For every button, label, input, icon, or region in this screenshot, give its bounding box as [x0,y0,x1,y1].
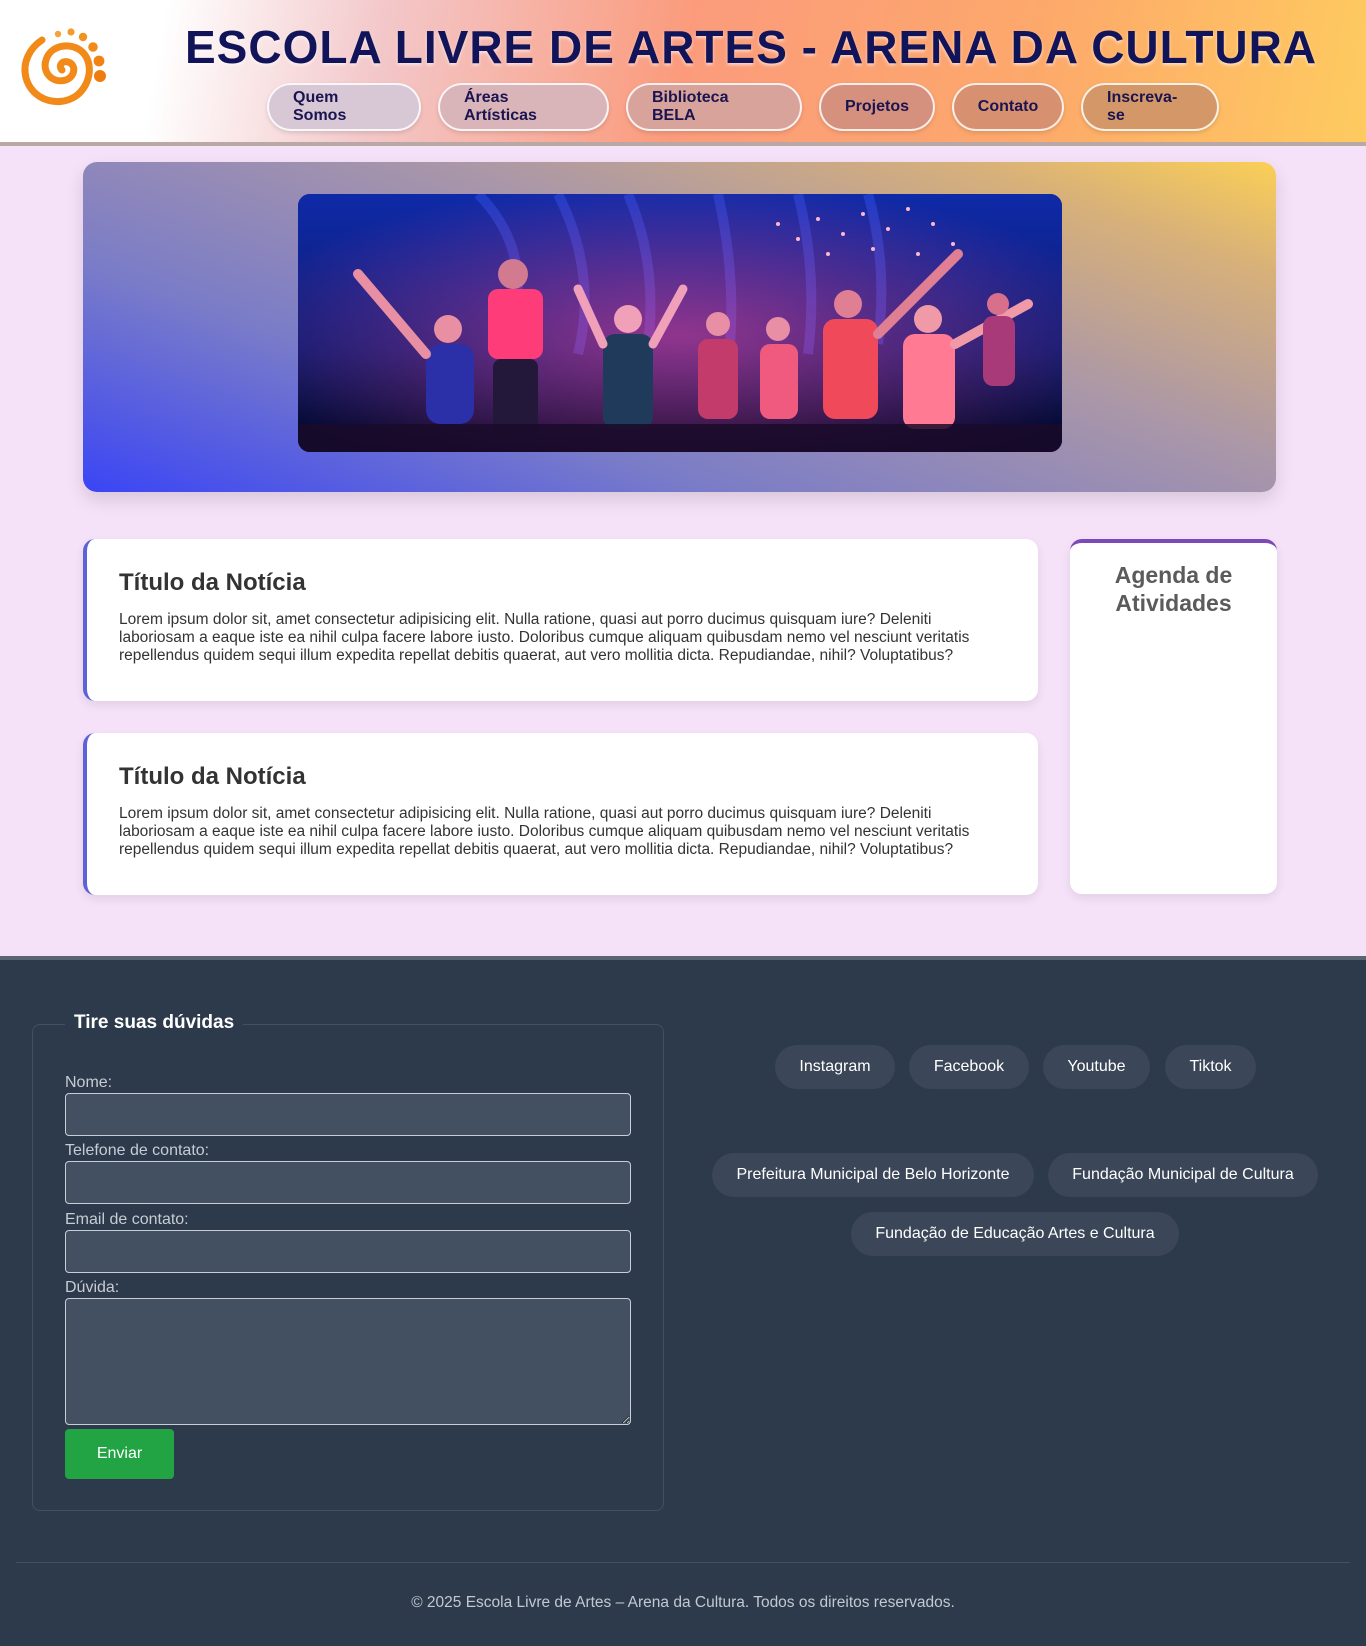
spiral-logo-icon [21,28,106,106]
email-field[interactable] [65,1230,631,1273]
hero-banner [83,162,1276,492]
site-title: ESCOLA LIVRE DE ARTES - ARENA DA CULTURA [185,21,1318,73]
facebook-link[interactable]: Facebook [909,1045,1029,1089]
nav-contato[interactable]: Contato [952,83,1064,131]
nav-projetos[interactable]: Projetos [819,83,935,131]
question-textarea[interactable] [65,1298,631,1425]
news-body: Lorem ipsum dolor sit, amet consectetur … [119,805,970,858]
phone-field[interactable] [65,1161,631,1204]
agenda-title: Agenda de Atividades [1114,562,1233,616]
question-label: Dúvida: [65,1279,120,1296]
agenda-panel: Agenda de Atividades [1070,539,1277,894]
logo[interactable] [0,8,127,141]
nav-areas-artisticas[interactable]: Áreas Artísticas [438,83,609,131]
footer-divider [16,1562,1350,1563]
email-label: Email de contato: [65,1211,189,1228]
send-button[interactable]: Enviar [65,1429,174,1479]
site-header: ESCOLA LIVRE DE ARTES - ARENA DA CULTURA… [0,0,1366,146]
nav-quem-somos[interactable]: Quem Somos [267,83,421,131]
news-card: Título da Notícia Lorem ipsum dolor sit,… [83,733,1038,895]
news-title: Título da Notícia [119,569,306,596]
nav-biblioteca-bela[interactable]: Biblioteca BELA [626,83,802,131]
youtube-link[interactable]: Youtube [1043,1045,1150,1089]
contact-form: Tire suas dúvidas Nome: Telefone de cont… [32,1012,664,1511]
news-card: Título da Notícia Lorem ipsum dolor sit,… [83,539,1038,701]
partner-link-pbh[interactable]: Prefeitura Municipal de Belo Horizonte [712,1153,1034,1197]
name-label: Nome: [65,1074,113,1091]
partner-link-fmc[interactable]: Fundação Municipal de Cultura [1048,1153,1318,1197]
name-field[interactable] [65,1093,631,1136]
stage-performance-photo [298,194,1062,452]
partner-link-feac[interactable]: Fundação de Educação Artes e Cultura [851,1212,1179,1256]
tiktok-link[interactable]: Tiktok [1165,1045,1256,1089]
copyright-text: © 2025 Escola Livre de Artes – Arena da … [411,1594,955,1611]
news-body: Lorem ipsum dolor sit, amet consectetur … [119,611,970,664]
main-nav: Quem Somos Áreas Artísticas Biblioteca B… [267,83,1219,131]
site-footer: Tire suas dúvidas Nome: Telefone de cont… [0,956,1366,1646]
instagram-link[interactable]: Instagram [775,1045,895,1089]
phone-label: Telefone de contato: [65,1142,210,1159]
form-legend: Tire suas dúvidas [65,1012,244,1034]
nav-inscreva-se[interactable]: Inscreva-se [1081,83,1219,131]
news-title: Título da Notícia [119,763,306,790]
